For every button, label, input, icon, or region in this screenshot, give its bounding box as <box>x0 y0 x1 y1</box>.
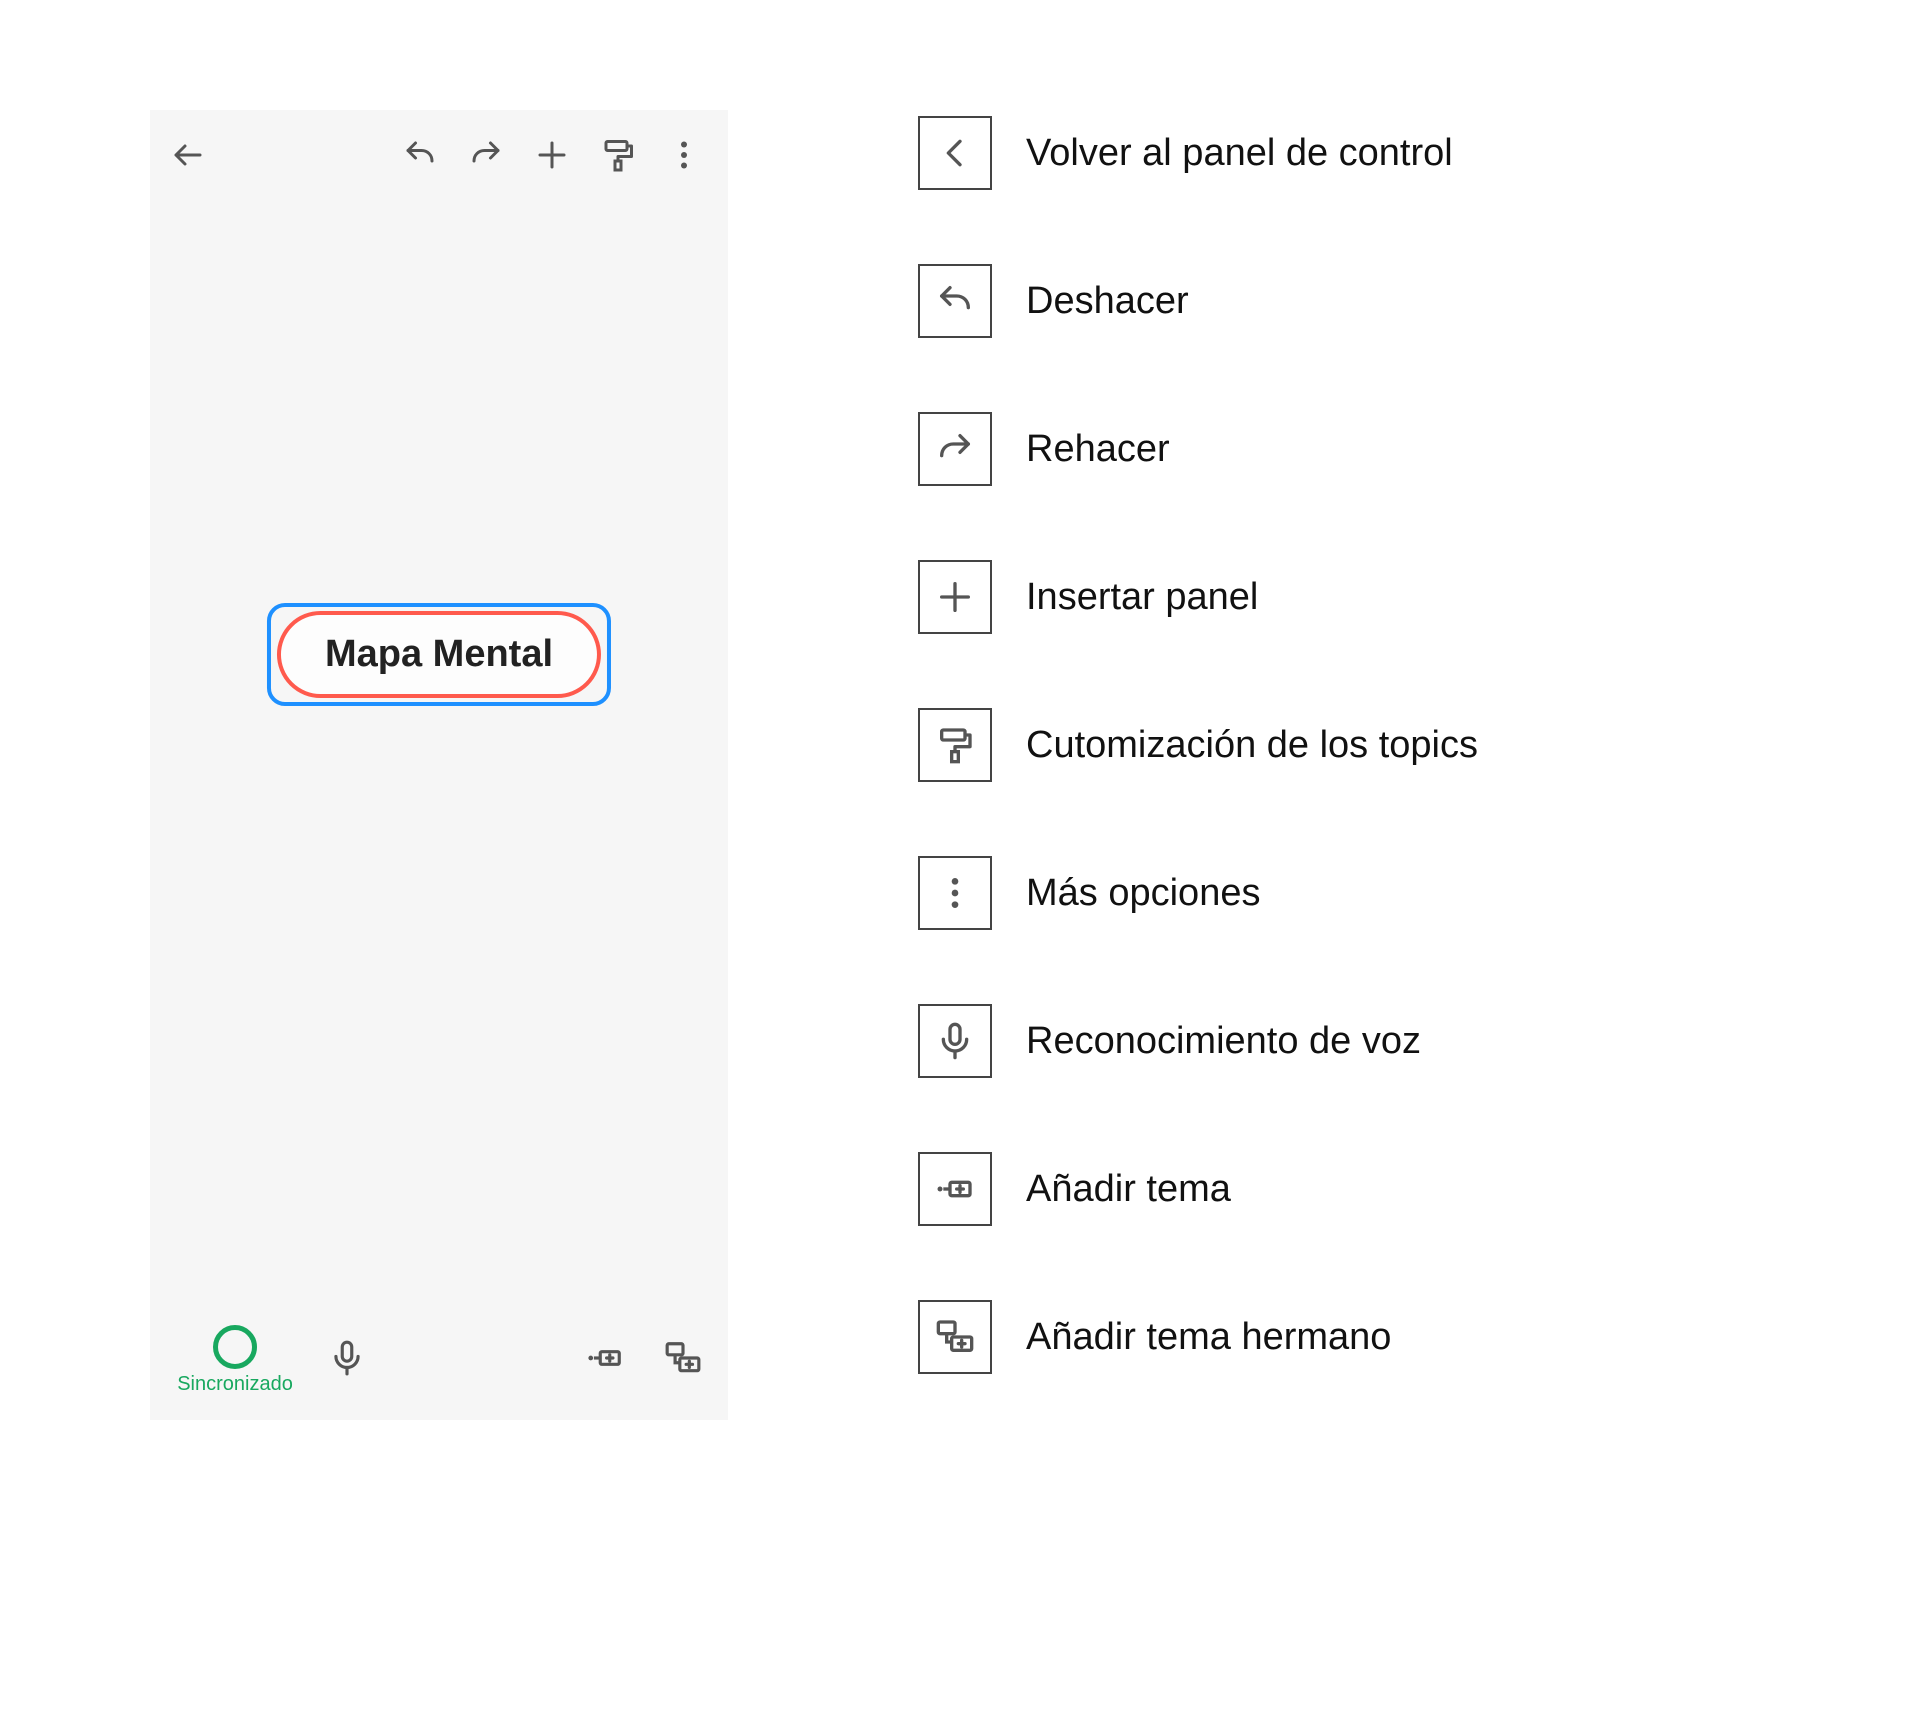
legend-row: Más opciones <box>918 856 1820 930</box>
legend-row: Insertar panel <box>918 560 1820 634</box>
redo-icon <box>918 412 992 486</box>
undo-icon[interactable] <box>402 137 438 173</box>
legend-label: Más opciones <box>1026 872 1260 915</box>
legend-row: Rehacer <box>918 412 1820 486</box>
legend-label: Deshacer <box>1026 280 1189 323</box>
legend-label: Cutomización de los topics <box>1026 724 1478 767</box>
legend-row: Reconocimiento de voz <box>918 1004 1820 1078</box>
legend-label: Volver al panel de control <box>1026 132 1453 175</box>
legend-row: Añadir tema <box>918 1152 1820 1226</box>
legend-row: Volver al panel de control <box>918 116 1820 190</box>
more-vertical-icon <box>918 856 992 930</box>
central-topic[interactable]: Mapa Mental <box>277 611 601 698</box>
sync-circle-icon <box>213 1325 257 1369</box>
legend-label: Rehacer <box>1026 428 1170 471</box>
more-vertical-icon[interactable] <box>666 137 702 173</box>
phone-screenshot: Mapa Mental Sincronizado <box>150 110 728 1420</box>
icon-legend: Volver al panel de control Deshacer Reha… <box>918 110 1820 1420</box>
add-topic-icon <box>918 1152 992 1226</box>
legend-row: Añadir tema hermano <box>918 1300 1820 1374</box>
redo-icon[interactable] <box>468 137 504 173</box>
back-icon[interactable] <box>170 137 206 173</box>
phone-bottom-bar: Sincronizado <box>150 1310 728 1420</box>
undo-icon <box>918 264 992 338</box>
chevron-left-icon <box>918 116 992 190</box>
add-sibling-topic-icon <box>918 1300 992 1374</box>
microphone-icon <box>918 1004 992 1078</box>
add-sibling-topic-icon[interactable] <box>658 1339 708 1382</box>
paint-roller-icon <box>918 708 992 782</box>
legend-row: Deshacer <box>918 264 1820 338</box>
sync-label: Sincronizado <box>177 1373 293 1396</box>
legend-label: Añadir tema hermano <box>1026 1316 1391 1359</box>
legend-label: Insertar panel <box>1026 576 1258 619</box>
plus-icon[interactable] <box>534 137 570 173</box>
phone-toolbar <box>150 110 728 200</box>
legend-row: Cutomización de los topics <box>918 708 1820 782</box>
legend-label: Añadir tema <box>1026 1168 1231 1211</box>
add-topic-icon[interactable] <box>580 1339 630 1382</box>
sync-status: Sincronizado <box>170 1325 300 1396</box>
paint-roller-icon[interactable] <box>600 137 636 173</box>
mindmap-canvas[interactable]: Mapa Mental <box>150 200 728 1310</box>
plus-icon <box>918 560 992 634</box>
microphone-icon[interactable] <box>328 1339 366 1382</box>
central-topic-selection[interactable]: Mapa Mental <box>267 603 611 706</box>
legend-label: Reconocimiento de voz <box>1026 1020 1421 1063</box>
